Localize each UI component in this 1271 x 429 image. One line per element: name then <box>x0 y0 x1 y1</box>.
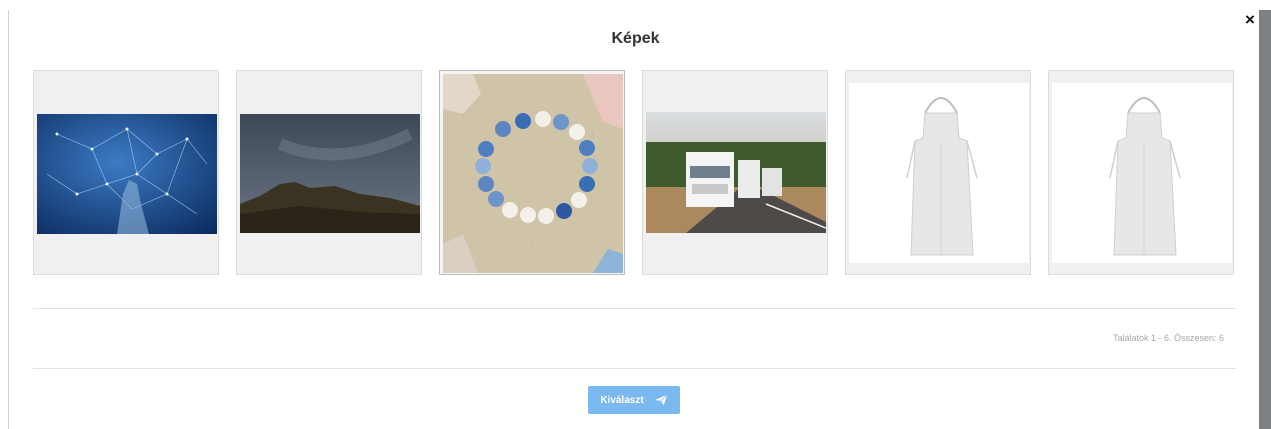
image-thumbnail[interactable] <box>33 70 219 275</box>
image-white-apron <box>849 83 1029 263</box>
image-thumbnail[interactable] <box>236 70 422 275</box>
image-night-sky-hill <box>240 114 420 233</box>
image-white-apron <box>1052 83 1232 263</box>
paper-plane-icon <box>654 394 668 406</box>
backdrop <box>0 0 1271 10</box>
select-button-label: Kiválaszt <box>600 394 644 406</box>
results-count: Találatok 1 - 6. Összesen: 6 <box>1112 333 1224 343</box>
dialog-title: Képek <box>611 30 660 47</box>
backdrop <box>0 10 9 429</box>
select-button[interactable]: Kiválaszt <box>588 386 680 414</box>
backdrop <box>1259 10 1271 429</box>
image-bead-bracelet-sand <box>443 74 623 273</box>
divider <box>33 308 1236 309</box>
image-trucks-road <box>646 112 826 233</box>
image-network-hand <box>37 114 217 234</box>
divider <box>33 368 1236 369</box>
close-icon[interactable]: × <box>1242 10 1258 30</box>
image-thumbnail[interactable] <box>439 70 625 275</box>
image-thumbnail[interactable] <box>1048 70 1234 275</box>
image-thumbnail[interactable] <box>845 70 1031 275</box>
image-thumbnail[interactable] <box>642 70 828 275</box>
